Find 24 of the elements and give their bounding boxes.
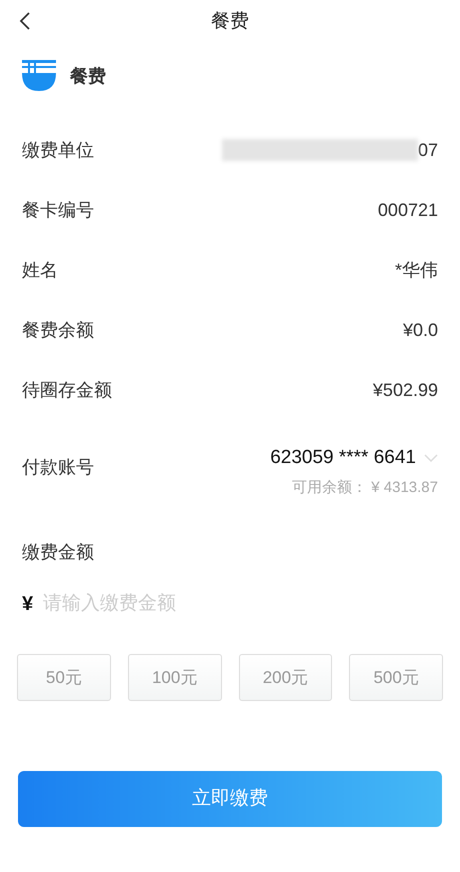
amount-label: 缴费金额: [21, 541, 95, 564]
field-value: 07: [418, 138, 438, 162]
service-name: 餐费: [70, 64, 106, 88]
field-label: 餐费余额: [22, 318, 94, 342]
field-label: 缴费单位: [22, 138, 94, 162]
back-icon: [19, 11, 31, 31]
amount-preset-button[interactable]: 500元: [349, 654, 443, 701]
account-number[interactable]: 623059 **** 6641: [270, 444, 416, 472]
field-label: 餐卡编号: [22, 198, 94, 222]
field-value: ¥502.99: [372, 378, 438, 402]
amount-preset-button[interactable]: 50元: [17, 654, 111, 701]
field-label: 待圈存金额: [22, 378, 112, 402]
field-value: 000721: [378, 198, 438, 222]
field-label: 付款账号: [22, 456, 94, 479]
page-title: 餐费: [211, 10, 249, 34]
bowl-icon: [22, 60, 56, 92]
field-value: *华伟: [394, 258, 438, 282]
field-label: 姓名: [22, 258, 58, 282]
amount-preset-button[interactable]: 100元: [128, 654, 222, 701]
available-balance: 可用余额： ¥ 4313.87: [292, 478, 438, 498]
amount-preset-button[interactable]: 200元: [238, 654, 332, 701]
currency-symbol: ¥: [22, 592, 34, 617]
field-value: ¥0.0: [402, 318, 438, 342]
pay-button[interactable]: 立即缴费: [18, 771, 442, 827]
